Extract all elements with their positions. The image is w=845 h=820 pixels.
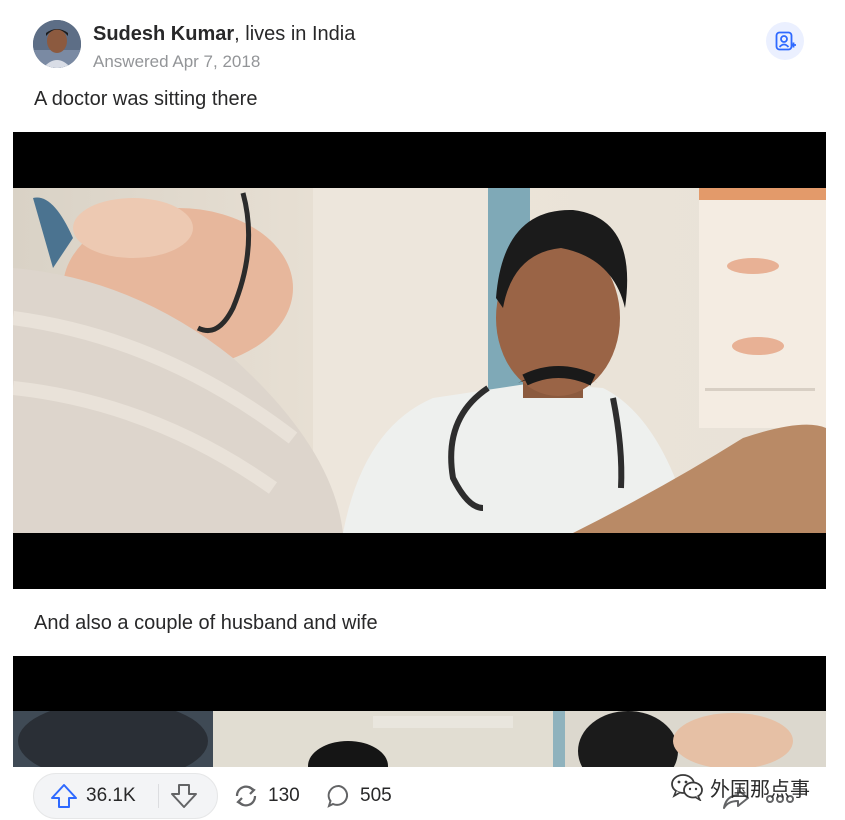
downvote-arrow-icon <box>171 784 197 808</box>
vote-divider <box>158 784 159 808</box>
follow-button[interactable] <box>766 22 804 60</box>
vote-pill: 36.1K <box>33 773 218 819</box>
answer-paragraph-1: A doctor was sitting there <box>34 88 258 110</box>
answer-image-2[interactable] <box>13 656 826 767</box>
upvote-arrow-icon <box>51 784 77 808</box>
author-line: Sudesh Kumar, lives in India <box>93 22 355 46</box>
reshare-count: 130 <box>268 785 300 806</box>
comment-bubble-icon <box>327 784 349 808</box>
upvote-button[interactable]: 36.1K <box>50 774 136 818</box>
author-photo <box>33 20 81 68</box>
watermark: 外国那点事 <box>670 771 810 803</box>
answer-paragraph-2: And also a couple of husband and wife <box>34 612 378 634</box>
downvote-button[interactable] <box>170 774 198 818</box>
doctor-scene-image <box>13 188 826 533</box>
author-credential: , lives in India <box>234 23 356 45</box>
reshare-button[interactable]: 130 <box>232 773 300 819</box>
author-name[interactable]: Sudesh Kumar <box>93 23 234 45</box>
action-bar: 36.1K 130 505 外国那点事 <box>0 767 845 820</box>
comment-button[interactable]: 505 <box>326 773 392 819</box>
wechat-logo-icon <box>671 774 703 801</box>
watermark-text: 外国那点事 <box>710 778 810 801</box>
follow-person-icon <box>775 31 796 51</box>
comment-count: 505 <box>360 785 392 806</box>
reshare-icon <box>235 785 257 807</box>
avatar[interactable] <box>33 20 81 68</box>
couple-scene-image <box>13 711 826 767</box>
upvote-count: 36.1K <box>86 785 136 806</box>
answer-image-1[interactable] <box>13 132 826 589</box>
answered-date[interactable]: Answered Apr 7, 2018 <box>93 51 260 73</box>
